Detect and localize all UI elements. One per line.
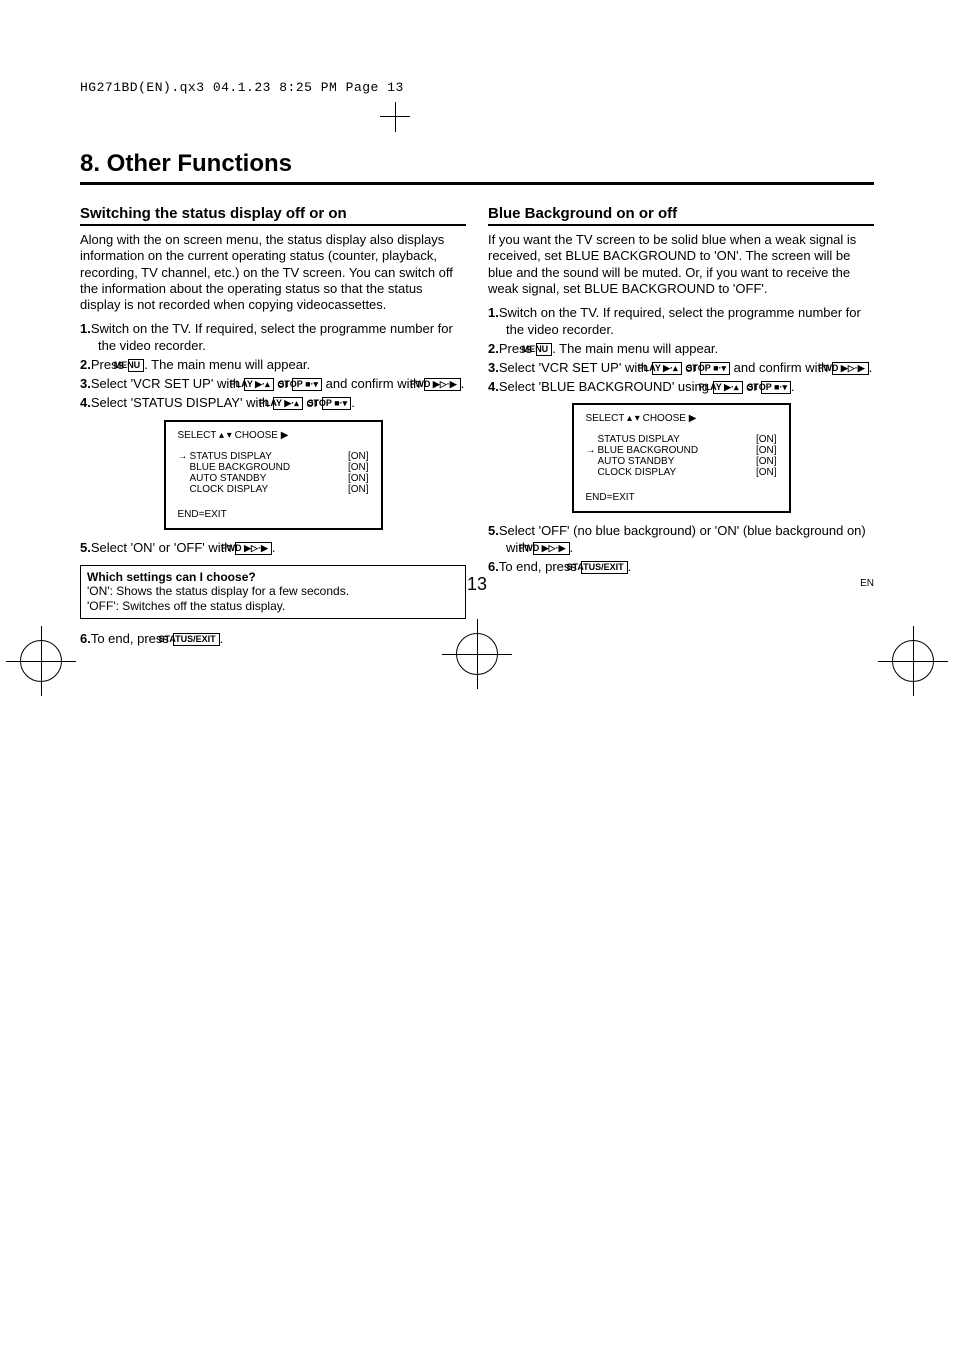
page-number: 13 (467, 574, 487, 595)
osd-footer: END=EXIT (166, 503, 381, 520)
right-step-5-6: 5.Select 'OFF' (no blue background) or '… (488, 523, 874, 576)
status-exit-button-icon: STATUS/EXIT (581, 561, 628, 574)
step-1: 1.Switch on the TV. If required, select … (488, 305, 874, 339)
status-exit-button-icon: STATUS/EXIT (173, 633, 220, 646)
step-5: 5.Select 'ON' or 'OFF' with FWD ▶▷·▶. (80, 540, 466, 557)
print-header: HG271BD(EN).qx3 04.1.23 8:25 PM Page 13 (80, 80, 404, 95)
right-column: Blue Background on or off If you want th… (488, 205, 874, 655)
step-5: 5.Select 'OFF' (no blue background) or '… (488, 523, 874, 557)
play-button-icon: PLAY ▶·▴ (244, 378, 274, 391)
menu-button-icon: MENU (536, 343, 553, 356)
step-2: 2.Press MENU. The main menu will appear. (80, 357, 466, 374)
osd-row: AUTO STANDBY[ON] (178, 473, 369, 484)
right-steps: 1.Switch on the TV. If required, select … (488, 305, 874, 395)
step-6: 6.To end, press STATUS/EXIT. (488, 559, 874, 576)
right-intro: If you want the TV screen to be solid bl… (488, 232, 874, 297)
registration-mark-icon (892, 640, 934, 682)
osd-row: CLOCK DISPLAY[ON] (178, 484, 369, 495)
left-step-6: 6.To end, press STATUS/EXIT. (80, 631, 466, 648)
osd-body: STATUS DISPLAY[ON] →BLUE BACKGROUND[ON] … (574, 430, 789, 486)
crop-mark-icon (380, 116, 410, 118)
osd-row: STATUS DISPLAY[ON] (586, 434, 777, 445)
stop-button-icon: STOP ■·▾ (292, 378, 322, 391)
left-osd-box: SELECT ▴ ▾ CHOOSE ▶ →STATUS DISPLAY[ON] … (164, 420, 383, 530)
left-section-title: Switching the status display off or on (80, 205, 466, 226)
info-title: Which settings can I choose? (87, 570, 459, 584)
stop-button-icon: STOP ■·▾ (322, 397, 352, 410)
menu-button-icon: MENU (128, 359, 145, 372)
fwd-button-icon: FWD ▶▷·▶ (235, 542, 272, 555)
step-4: 4.Select 'BLUE BACKGROUND' using PLAY ▶·… (488, 379, 874, 396)
chapter-rule (80, 182, 874, 185)
info-box: Which settings can I choose? 'ON': Shows… (80, 565, 466, 619)
step-6: 6.To end, press STATUS/EXIT. (80, 631, 466, 648)
osd-row: →BLUE BACKGROUND[ON] (586, 445, 777, 456)
osd-row: AUTO STANDBY[ON] (586, 456, 777, 467)
step-4: 4.Select 'STATUS DISPLAY' with PLAY ▶·▴ … (80, 395, 466, 412)
stop-button-icon: STOP ■·▾ (761, 381, 791, 394)
left-column: Switching the status display off or on A… (80, 205, 466, 655)
osd-row: BLUE BACKGROUND[ON] (178, 462, 369, 473)
registration-mark-icon (456, 633, 498, 675)
step-2: 2.Press MENU. The main menu will appear. (488, 341, 874, 358)
left-step-5: 5.Select 'ON' or 'OFF' with FWD ▶▷·▶. (80, 540, 466, 557)
step-3: 3.Select 'VCR SET UP' with PLAY ▶·▴ or S… (80, 376, 466, 393)
osd-header: SELECT ▴ ▾ CHOOSE ▶ (574, 413, 789, 430)
step-3: 3.Select 'VCR SET UP' with PLAY ▶·▴ or S… (488, 360, 874, 377)
language-code: EN (860, 578, 874, 589)
right-section-title: Blue Background on or off (488, 205, 874, 226)
right-osd-box: SELECT ▴ ▾ CHOOSE ▶ STATUS DISPLAY[ON] →… (572, 403, 791, 513)
left-intro: Along with the on screen menu, the statu… (80, 232, 466, 313)
osd-footer: END=EXIT (574, 486, 789, 503)
osd-row: CLOCK DISPLAY[ON] (586, 467, 777, 478)
fwd-button-icon: FWD ▶▷·▶ (533, 542, 570, 555)
fwd-button-icon: FWD ▶▷·▶ (832, 362, 869, 375)
play-button-icon: PLAY ▶·▴ (273, 397, 303, 410)
info-on: 'ON': Shows the status display for a few… (87, 584, 459, 599)
stop-button-icon: STOP ■·▾ (700, 362, 730, 375)
osd-header: SELECT ▴ ▾ CHOOSE ▶ (166, 430, 381, 447)
left-steps: 1.Switch on the TV. If required, select … (80, 321, 466, 411)
osd-row: →STATUS DISPLAY[ON] (178, 451, 369, 462)
play-button-icon: PLAY ▶·▴ (713, 381, 743, 394)
chapter-title: 8. Other Functions (80, 150, 874, 178)
registration-mark-icon (20, 640, 62, 682)
page: HG271BD(EN).qx3 04.1.23 8:25 PM Page 13 … (0, 0, 954, 715)
play-button-icon: PLAY ▶·▴ (652, 362, 682, 375)
step-1: 1.Switch on the TV. If required, select … (80, 321, 466, 355)
osd-body: →STATUS DISPLAY[ON] BLUE BACKGROUND[ON] … (166, 447, 381, 503)
fwd-button-icon: FWD ▶▷·▶ (424, 378, 461, 391)
info-off: 'OFF': Switches off the status display. (87, 599, 459, 614)
